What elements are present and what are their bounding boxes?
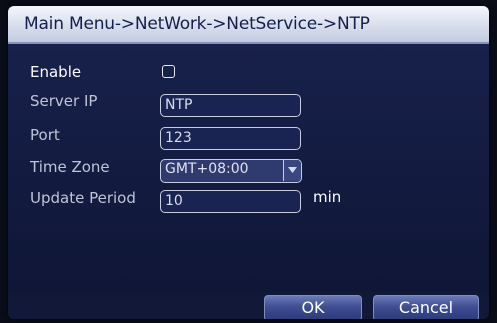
port-input[interactable]: 123: [160, 127, 301, 150]
dvr-screen: Main Menu->NetWork->NetService->NTP Enab…: [0, 0, 497, 323]
chevron-down-icon: [288, 167, 297, 173]
update-period-label: Update Period: [30, 189, 136, 207]
update-period-input[interactable]: 10: [160, 190, 301, 213]
title-bar: Main Menu->NetWork->NetService->NTP: [8, 6, 489, 44]
time-zone-label: Time Zone: [30, 158, 110, 176]
port-label: Port: [30, 126, 60, 144]
ntp-settings-dialog: Main Menu->NetWork->NetService->NTP Enab…: [8, 6, 489, 319]
cancel-button[interactable]: Cancel: [373, 295, 479, 319]
enable-label: Enable: [30, 63, 82, 81]
server-ip-input[interactable]: NTP: [160, 94, 301, 117]
time-zone-value: GMT+08:00: [165, 161, 249, 177]
dropdown-button[interactable]: [283, 160, 301, 181]
time-zone-select[interactable]: GMT+08:00: [160, 159, 302, 183]
update-period-unit: min: [313, 188, 342, 206]
enable-checkbox[interactable]: [162, 65, 175, 78]
ok-button[interactable]: OK: [264, 295, 362, 319]
breadcrumb-title: Main Menu->NetWork->NetService->NTP: [24, 14, 370, 34]
server-ip-label: Server IP: [30, 92, 98, 110]
